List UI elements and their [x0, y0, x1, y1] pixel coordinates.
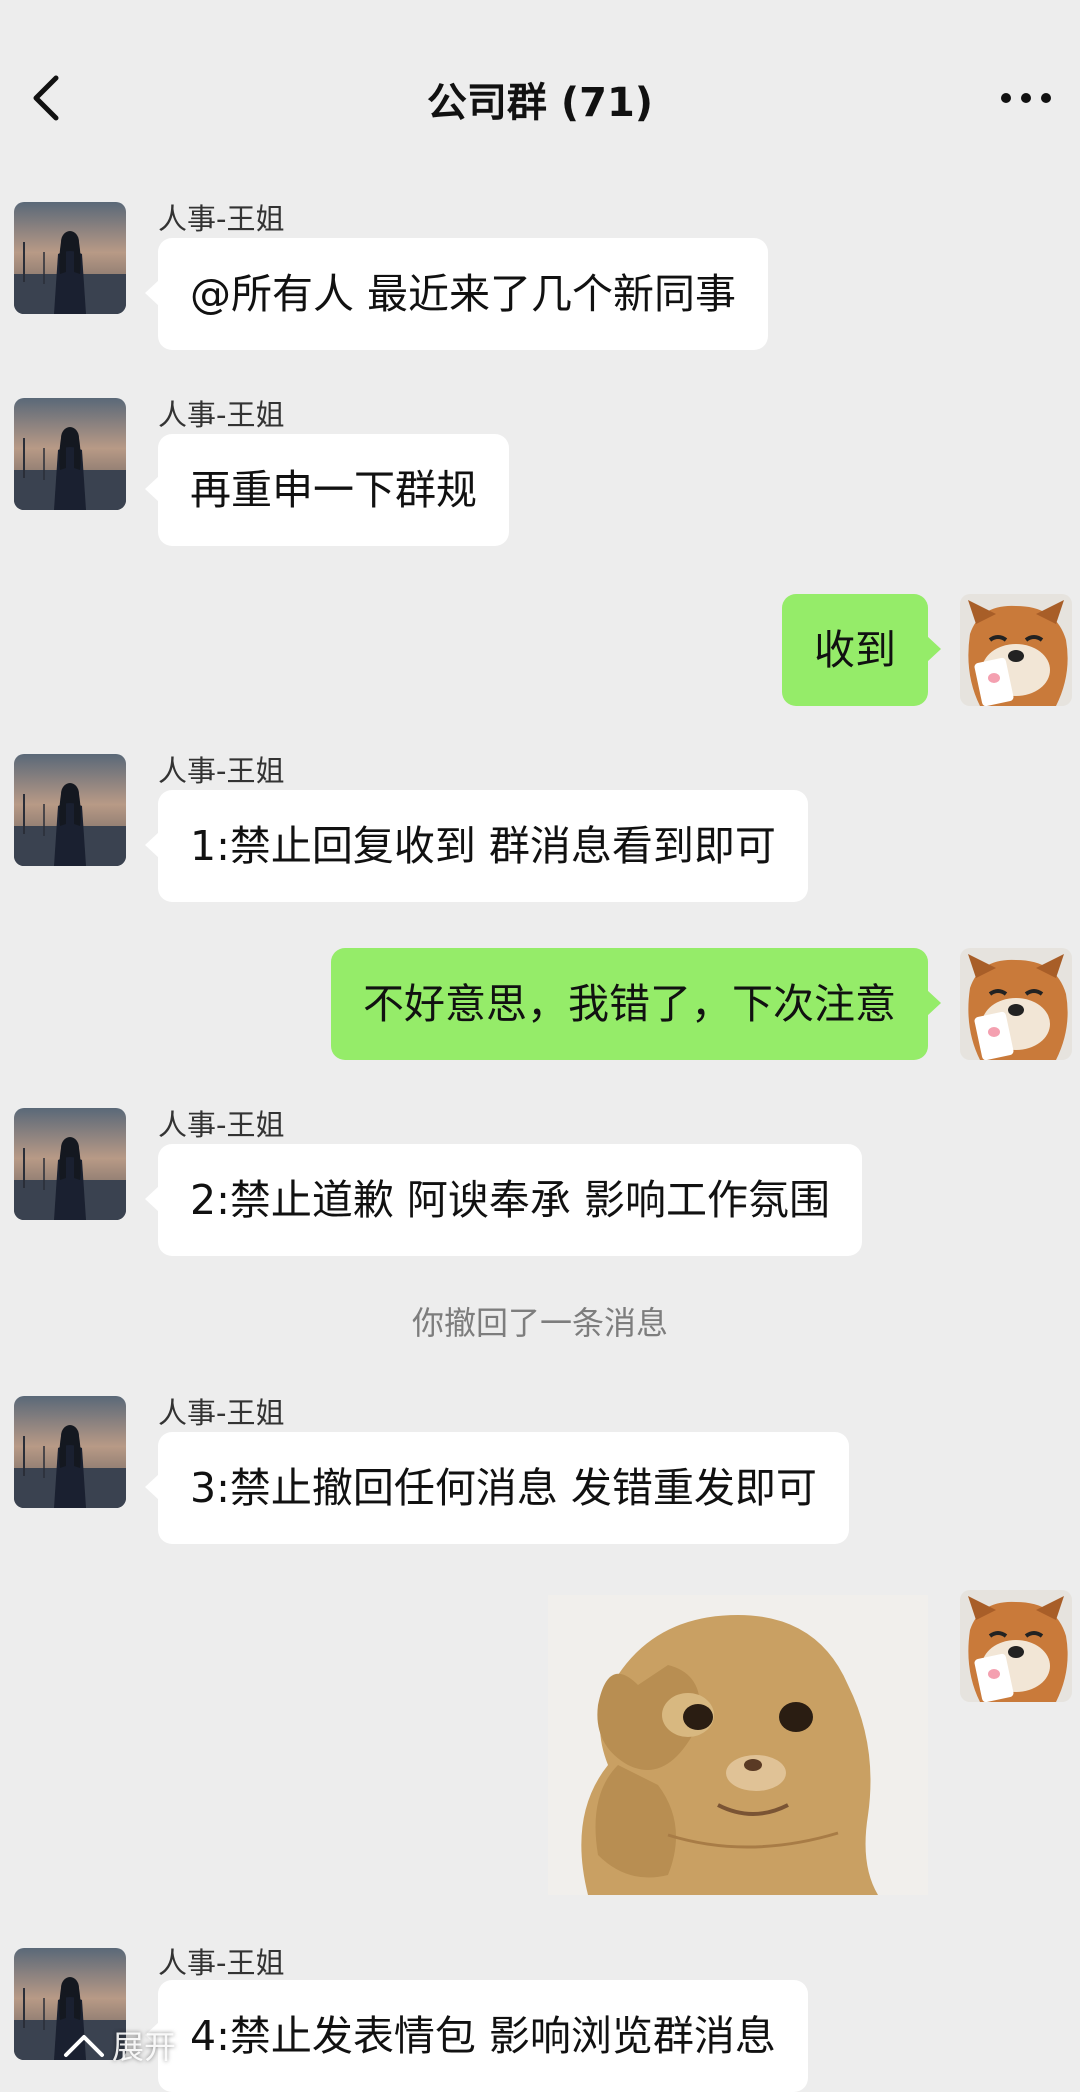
sender-avatar[interactable]: [14, 1108, 126, 1220]
sender-name: 人事-王姐: [158, 1108, 285, 1142]
sender-name: 人事-王姐: [158, 202, 285, 236]
recall-notice: 你撤回了一条消息: [411, 1304, 668, 1342]
sender-name: 人事-王姐: [158, 754, 285, 788]
outgoing-message-bubble[interactable]: 收到: [782, 594, 941, 706]
chat-header: 公司群 (71): [0, 0, 1080, 190]
outgoing-message-bubble[interactable]: 不好意思，我错了，下次注意: [331, 948, 941, 1060]
message-bubble[interactable]: 4:禁止发表情包 影响浏览群消息: [145, 1980, 808, 2092]
sender-avatar[interactable]: [14, 398, 126, 510]
chat-title: 公司群 (71): [426, 80, 654, 126]
sender-name: 人事-王姐: [158, 1396, 285, 1430]
my-avatar[interactable]: [960, 594, 1072, 706]
sender-avatar[interactable]: [14, 1396, 126, 1508]
chevron-up-icon: [64, 2035, 104, 2057]
message-bubble[interactable]: 2:禁止道歉 阿谀奉承 影响工作氛围: [145, 1144, 862, 1256]
sender-name: 人事-王姐: [158, 1946, 285, 1980]
more-dots-icon: [1001, 93, 1051, 103]
sender-avatar[interactable]: [14, 754, 126, 866]
my-avatar[interactable]: [960, 948, 1072, 1060]
more-button[interactable]: [998, 78, 1054, 118]
message-bubble[interactable]: @所有人 最近来了几个新同事: [144, 238, 769, 350]
sender-name: 人事-王姐: [158, 398, 285, 432]
message-bubble[interactable]: 再重申一下群规: [145, 434, 509, 546]
cat-covering-face-sticker[interactable]: [548, 1595, 928, 1895]
my-avatar[interactable]: [960, 1590, 1072, 1702]
message-bubble[interactable]: 3:禁止撤回任何消息 发错重发即可: [145, 1432, 849, 1544]
expand-label: 展开: [112, 2028, 177, 2066]
sender-avatar[interactable]: [14, 202, 126, 314]
expand-button[interactable]: 展开: [62, 2020, 176, 2070]
message-bubble[interactable]: 1:禁止回复收到 群消息看到即可: [145, 790, 808, 902]
